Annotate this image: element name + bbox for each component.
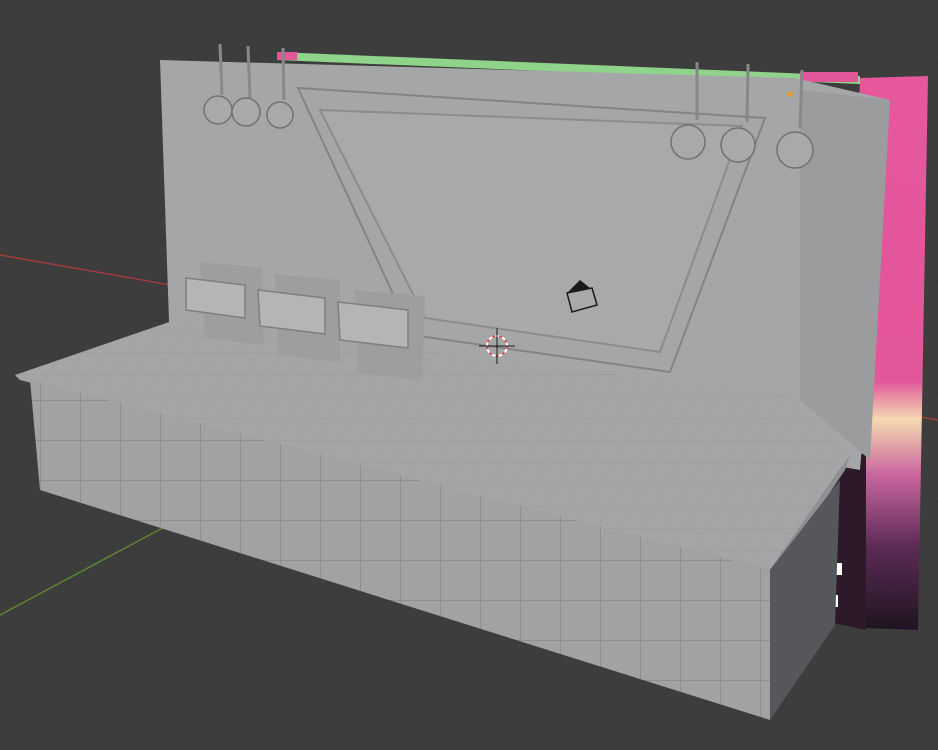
scene-canvas[interactable] [0, 0, 938, 750]
3d-viewport[interactable] [0, 0, 938, 750]
object-origin-dot [787, 91, 793, 97]
